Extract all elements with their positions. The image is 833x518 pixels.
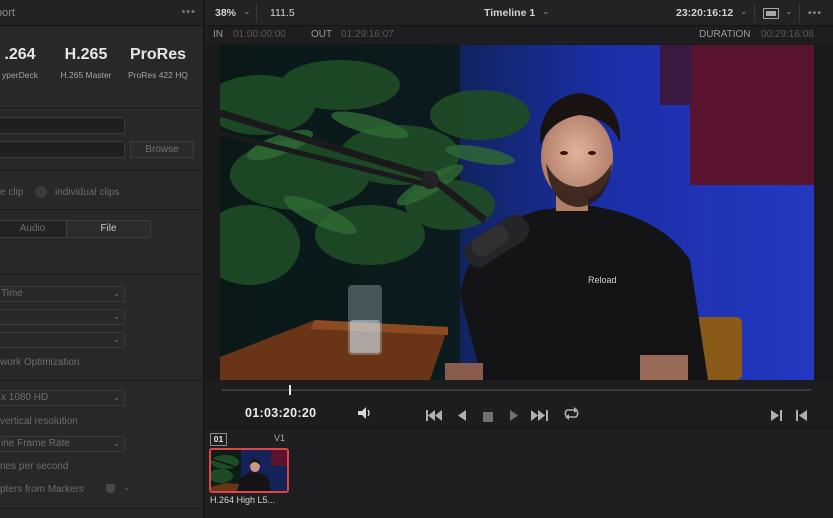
frame-rate-readout: 111.5 xyxy=(270,7,295,19)
playhead-timecode: 01:03:20:20 xyxy=(245,406,317,420)
chevron-down-icon: ⌄ xyxy=(113,393,120,402)
viewer-toolbar: 38% ⌄ 111.5 Timeline 1 ⌄ 23:20:16:12 ⌄ ⌄… xyxy=(205,0,833,26)
dropdown-value: ine Frame Rate xyxy=(1,438,70,449)
divider xyxy=(0,209,203,210)
filename-field[interactable] xyxy=(0,117,125,134)
monitor-hd-icon[interactable] xyxy=(763,8,779,19)
frames-per-second-label: nes per second xyxy=(0,461,69,472)
preset-title: ProRes xyxy=(129,46,187,63)
play-icon[interactable] xyxy=(509,408,519,426)
divider xyxy=(256,4,257,22)
dropdown-value: x 1080 HD xyxy=(1,392,49,403)
preset-subtitle: yperDeck xyxy=(2,70,38,80)
single-clip-label: e clip xyxy=(0,187,24,198)
chevron-down-icon: ⌄ xyxy=(113,289,120,298)
zoom-level[interactable]: 38% xyxy=(215,7,236,19)
out-label: OUT xyxy=(311,29,333,40)
previous-edit-icon[interactable] xyxy=(796,408,807,426)
in-timecode: 01:00:00:00 xyxy=(233,29,286,40)
dropdown-value: Time xyxy=(1,288,23,299)
filename-uses-dropdown[interactable]: Time ⌄ xyxy=(0,286,125,302)
clip-thumbnail-image xyxy=(211,450,287,491)
marker-icon xyxy=(106,484,115,493)
divider xyxy=(0,380,203,381)
tab-audio[interactable]: Audio xyxy=(0,221,66,237)
clip-name: H.264 High L5... xyxy=(210,495,276,505)
chevron-down-icon[interactable]: ⌄ xyxy=(740,6,748,17)
vertical-resolution-label: vertical resolution xyxy=(0,416,78,427)
loop-icon[interactable] xyxy=(563,407,580,425)
chevron-down-icon: ⌄ xyxy=(113,312,120,321)
chapters-from-markers-label: pters from Markers xyxy=(0,484,84,495)
chevron-down-icon: ⌄ xyxy=(113,335,120,344)
shirt-logo-text: Reload xyxy=(588,275,617,285)
track-label: V1 xyxy=(274,433,286,443)
divider xyxy=(0,170,203,171)
individual-clips-radio[interactable] xyxy=(35,186,47,198)
out-timecode: 01:29:16:07 xyxy=(341,29,394,40)
resolution-dropdown[interactable]: x 1080 HD ⌄ xyxy=(0,390,125,406)
frame-rate-dropdown[interactable]: ine Frame Rate ⌄ xyxy=(0,436,125,452)
browse-button[interactable]: Browse xyxy=(130,141,194,158)
viewer-options-button[interactable]: ••• xyxy=(808,7,822,19)
next-edit-icon[interactable] xyxy=(771,408,782,426)
divider xyxy=(0,508,203,509)
preset-prores-422-hq[interactable]: ProRes ProRes 422 HQ xyxy=(124,46,192,80)
chevron-down-icon[interactable]: ⌄ xyxy=(243,6,251,17)
preset-title: .264 xyxy=(4,46,36,63)
play-reverse-icon[interactable] xyxy=(457,408,467,426)
preset-title: H.265 xyxy=(64,46,108,63)
preset-hyperdeck[interactable]: .264 yperDeck xyxy=(0,46,46,80)
divider xyxy=(754,4,755,22)
format-dropdown[interactable]: ⌄ xyxy=(0,309,125,325)
jump-to-start-icon[interactable] xyxy=(426,408,443,426)
duration-label: DURATION xyxy=(699,29,751,40)
preset-subtitle: ProRes 422 HQ xyxy=(128,70,188,80)
render-settings-panel: port ••• .264 yperDeck H.265 H.265 Maste… xyxy=(0,0,204,518)
chevron-down-icon[interactable]: ⌄ xyxy=(785,6,793,17)
settings-tabs: Audio File xyxy=(0,220,151,238)
preset-subtitle: H.265 Master xyxy=(60,70,112,80)
duration-timecode: 00:29:16:08 xyxy=(761,29,814,40)
clip-number-badge: 01 xyxy=(210,433,227,446)
divider xyxy=(0,109,203,110)
divider xyxy=(0,274,203,275)
timeline-name[interactable]: Timeline 1 xyxy=(484,7,535,19)
chevron-down-icon[interactable]: ⌄ xyxy=(123,482,131,493)
chevron-down-icon: ⌄ xyxy=(113,439,120,448)
individual-clips-label: individual clips xyxy=(55,187,120,198)
video-viewer[interactable]: Reload xyxy=(220,45,814,380)
divider xyxy=(799,4,800,22)
scrub-bar[interactable] xyxy=(222,389,811,391)
clip-thumbnail[interactable] xyxy=(209,448,289,493)
in-label: IN xyxy=(213,29,223,40)
tab-file[interactable]: File xyxy=(66,221,150,237)
playhead[interactable] xyxy=(289,385,291,395)
render-settings-header: port ••• xyxy=(0,0,203,26)
panel-options-button[interactable]: ••• xyxy=(181,6,196,18)
volume-icon[interactable] xyxy=(357,406,373,425)
codec-dropdown[interactable]: ⌄ xyxy=(0,332,125,348)
in-out-bar: IN 01:00:00:00 OUT 01:29:16:07 DURATION … xyxy=(205,26,833,44)
transport-controls: 01:03:20:20 xyxy=(205,380,833,428)
chevron-down-icon[interactable]: ⌄ xyxy=(542,6,550,17)
video-frame: Reload xyxy=(220,45,814,380)
preset-h265-master[interactable]: H.265 H.265 Master xyxy=(56,46,116,80)
timecode-display: 23:20:16:12 xyxy=(676,7,734,19)
network-optimization-label: work Optimization xyxy=(0,357,80,368)
clip-timeline-strip: 01 V1 H.264 High L5... xyxy=(205,428,833,518)
jump-to-end-icon[interactable] xyxy=(531,408,548,426)
location-field[interactable] xyxy=(0,141,125,158)
render-settings-title: port xyxy=(0,7,15,19)
stop-icon[interactable] xyxy=(483,409,493,427)
